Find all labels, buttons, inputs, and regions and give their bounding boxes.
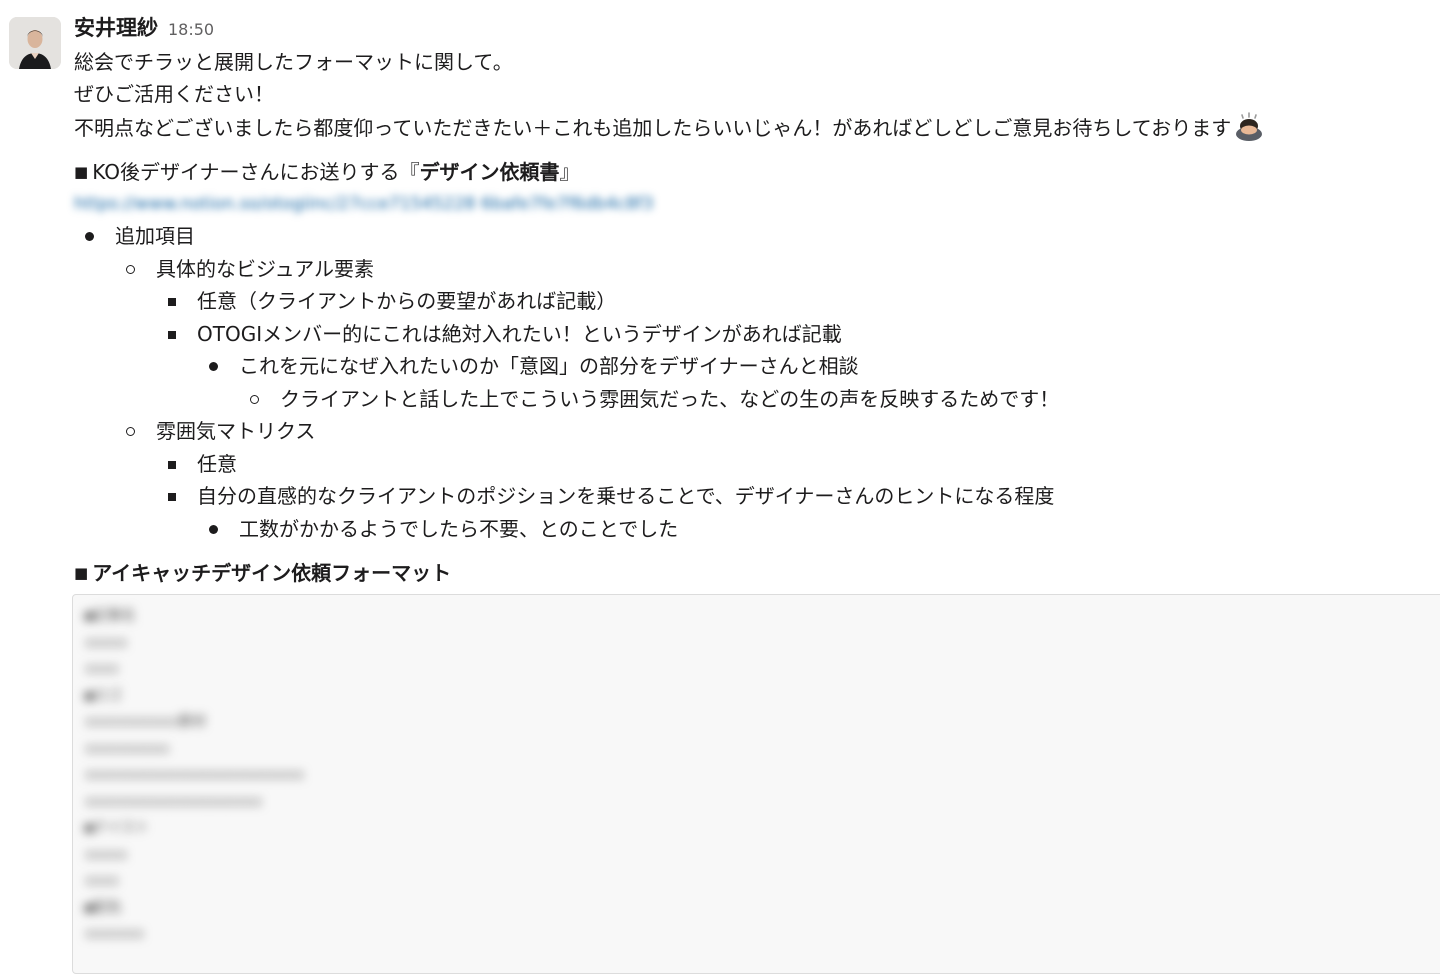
- code-block-lines: ■記事名 xxxxx xxxx ■ロゴ xxxxxxxxxxx素材 xxxxxx…: [73, 595, 1440, 948]
- message-header: 安井理紗 18:50: [74, 12, 1424, 46]
- code-line: ■記事名: [85, 608, 136, 624]
- code-line: xxxx: [85, 661, 119, 677]
- bullet-disc-icon: [209, 362, 218, 371]
- code-line: ■ロゴ: [85, 687, 122, 704]
- bullet-disc-icon: [209, 524, 218, 534]
- list-item: 自分の直感的なクライアントのポジションを乗せることで、デザイナーさんのヒントにな…: [74, 480, 1424, 513]
- code-line: xxxxxxxxxx: [85, 740, 170, 757]
- list-item: 任意（クライアントからの要望があれば記載）: [74, 285, 1424, 318]
- bullet-circle-icon: [126, 427, 135, 436]
- list-item: クライアントと話した上でこういう雰囲気だった、などの生の声を反映するためです！: [74, 383, 1424, 416]
- list-item: これを元になぜ入れたいのか「意図」の部分をデザイナーさんと相談: [74, 350, 1424, 383]
- notion-link[interactable]: https://www.notion.so/otogiinc/27cce7154…: [74, 188, 654, 220]
- bullet-square-icon: [168, 330, 176, 339]
- sender-name[interactable]: 安井理紗: [74, 12, 158, 42]
- bullet-square-icon: [168, 298, 176, 306]
- bullet-disc-icon: [85, 232, 94, 241]
- list-item: 雰囲気マトリクス: [74, 415, 1424, 448]
- bullet-circle-icon: [250, 394, 259, 404]
- list-item: 工数がかかるようでしたら不要、とのことでした: [74, 513, 1424, 546]
- message-line: ぜひご活用ください！: [74, 82, 274, 106]
- code-line: xxxx: [85, 873, 119, 889]
- bullet-circle-icon: [126, 264, 135, 274]
- code-line: xxxxxxxxxxxxxxxxxxxxxxxxxx: [85, 767, 305, 783]
- bullet-square-icon: [168, 493, 176, 501]
- bullet-square-icon: [168, 460, 176, 469]
- bowing-person-emoji-icon: [1233, 110, 1265, 142]
- list-item: 追加項目: [74, 220, 1424, 253]
- message-body: 安井理紗 18:50 総会でチラッと展開したフォーマットに関して。 ぜひご活用く…: [74, 12, 1424, 589]
- code-line: xxxxxxxxxxx素材: [85, 714, 206, 730]
- list-item: 具体的なビジュアル要素: [74, 253, 1424, 286]
- section-heading-eyecatch-format: ■ アイキャッチデザイン依頼フォーマット: [74, 561, 452, 585]
- code-line: ■配色: [85, 899, 122, 916]
- avatar-photo: [9, 17, 61, 69]
- code-block[interactable]: ■記事名 xxxxx xxxx ■ロゴ xxxxxxxxxxx素材 xxxxxx…: [72, 594, 1440, 974]
- code-line: xxxxxxx: [85, 926, 145, 942]
- code-line: xxxxx: [85, 634, 128, 651]
- message-line: 総会でチラッと展開したフォーマットに関して。: [74, 50, 513, 74]
- code-line: ■テイスト: [85, 820, 150, 836]
- message-timestamp[interactable]: 18:50: [168, 20, 214, 39]
- avatar[interactable]: [9, 17, 61, 69]
- message-line-with-emoji: 不明点などございましたら都度仰っていただきたい＋これも追加したらいいじゃん！があ…: [74, 110, 1424, 144]
- message-line-text: 不明点などございましたら都度仰っていただきたい＋これも追加したらいいじゃん！があ…: [74, 116, 1232, 140]
- section-heading-design-request: ■ KO後デザイナーさんにお送りする『デザイン依頼書』: [74, 160, 580, 184]
- code-line: xxxxxxxxxxxxxxxxxxxxx: [85, 793, 263, 810]
- list-item: OTOGIメンバー的にこれは絶対入れたい！というデザインがあれば記載: [74, 318, 1424, 351]
- code-line: xxxxx: [85, 846, 128, 863]
- list-item: 任意: [74, 448, 1424, 481]
